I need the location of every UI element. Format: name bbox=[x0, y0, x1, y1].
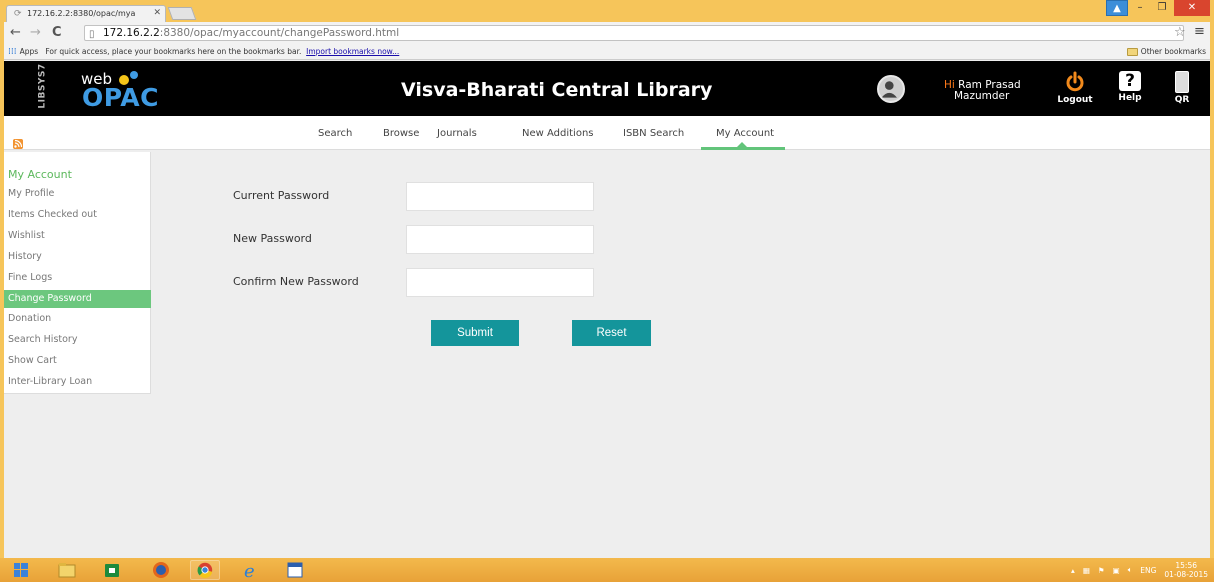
nav-browse[interactable]: Browse bbox=[383, 128, 419, 139]
user-profile-icon[interactable]: ▲ bbox=[1106, 0, 1128, 16]
other-bookmarks-label: Other bookmarks bbox=[1140, 47, 1206, 56]
window-controls: ▲ – ❐ ✕ bbox=[1106, 0, 1210, 18]
logout-label: Logout bbox=[1057, 95, 1093, 105]
close-window-icon[interactable]: ✕ bbox=[1174, 0, 1210, 16]
power-icon bbox=[1066, 71, 1084, 92]
address-host: 172.16.2.2 bbox=[103, 27, 160, 39]
forward-icon[interactable]: → bbox=[30, 25, 41, 40]
sidebar-item-search-history[interactable]: Search History bbox=[4, 331, 151, 349]
screen: ⟳ 172.16.2.2:8380/opac/mya ✕ ▲ – ❐ ✕ ← →… bbox=[0, 0, 1214, 582]
site-header: LIBSYS7 web OPAC Visva-Bharati Central L… bbox=[4, 61, 1210, 116]
tray-language[interactable]: ENG bbox=[1140, 566, 1156, 575]
bookmarks-hint: For quick access, place your bookmarks h… bbox=[45, 47, 302, 56]
browser-toolbar: ← → C ▯ 172.16.2.2:8380/opac/myaccount/c… bbox=[4, 22, 1210, 44]
tray-volume-icon[interactable]: 🔈︎ bbox=[1128, 565, 1133, 575]
chrome-icon[interactable] bbox=[190, 560, 220, 580]
back-icon[interactable]: ← bbox=[10, 25, 21, 40]
windows-taskbar: e ▴ ▦ ⚑ ▣ 🔈︎ ENG 15:56 01-08-2015 bbox=[0, 558, 1214, 582]
current-password-field[interactable] bbox=[406, 182, 594, 211]
sidebar-item-change-password[interactable]: Change Password bbox=[4, 290, 151, 308]
qr-button[interactable]: QR bbox=[1164, 71, 1200, 105]
tray-apps-icon[interactable]: ▦ bbox=[1083, 566, 1090, 575]
sidebar-item-show-cart[interactable]: Show Cart bbox=[4, 352, 151, 370]
submit-button[interactable]: Submit bbox=[431, 320, 519, 346]
qr-phone-icon bbox=[1175, 71, 1189, 93]
address-path: :8380/opac/myaccount/changePassword.html bbox=[159, 27, 400, 39]
tab-strip: ⟳ 172.16.2.2:8380/opac/mya ✕ ▲ – ❐ ✕ bbox=[4, 0, 1210, 22]
logout-button[interactable]: Logout bbox=[1057, 71, 1093, 105]
loading-icon: ⟳ bbox=[14, 9, 22, 19]
current-password-label: Current Password bbox=[233, 189, 330, 202]
browser-window: ⟳ 172.16.2.2:8380/opac/mya ✕ ▲ – ❐ ✕ ← →… bbox=[4, 0, 1210, 558]
help-icon: ? bbox=[1119, 71, 1141, 91]
confirm-password-label: Confirm New Password bbox=[233, 275, 359, 288]
internet-explorer-icon[interactable]: e bbox=[236, 560, 266, 580]
tab-title: 172.16.2.2:8380/opac/mya bbox=[27, 9, 136, 18]
sidebar-item-items-checked-out[interactable]: Items Checked out bbox=[4, 206, 151, 224]
page-icon: ▯ bbox=[89, 29, 95, 40]
sidebar-item-fine-logs[interactable]: Fine Logs bbox=[4, 269, 151, 287]
clock-time: 15:56 bbox=[1175, 561, 1198, 570]
sidebar-item-my-profile[interactable]: My Profile bbox=[4, 185, 151, 203]
clock[interactable]: 15:56 01-08-2015 bbox=[1164, 561, 1208, 579]
libsys-logo: LIBSYS7 bbox=[30, 61, 48, 116]
other-bookmarks[interactable]: Other bookmarks bbox=[1126, 44, 1206, 60]
word-icon[interactable] bbox=[280, 560, 310, 580]
new-password-field[interactable] bbox=[406, 225, 594, 254]
maximize-icon[interactable]: ❐ bbox=[1152, 0, 1172, 16]
bookmarks-bar: ⁞⁞⁞ Apps For quick access, place your boo… bbox=[4, 44, 1210, 60]
folder-icon bbox=[1126, 48, 1138, 56]
tray-flag-icon[interactable]: ⚑ bbox=[1098, 566, 1105, 575]
browser-tab[interactable]: ⟳ 172.16.2.2:8380/opac/mya ✕ bbox=[6, 5, 166, 22]
tab-close-icon[interactable]: ✕ bbox=[153, 8, 161, 18]
rss-icon[interactable] bbox=[13, 139, 23, 149]
logo-opac[interactable]: OPAC bbox=[82, 83, 159, 112]
file-explorer-icon[interactable] bbox=[52, 560, 82, 580]
confirm-password-field[interactable] bbox=[406, 268, 594, 297]
bookmark-star-icon[interactable]: ☆ bbox=[1174, 25, 1186, 40]
system-tray: ▴ ▦ ⚑ ▣ 🔈︎ ENG 15:56 01-08-2015 bbox=[1071, 560, 1208, 580]
site-title: Visva-Bharati Central Library bbox=[401, 79, 713, 101]
qr-label: QR bbox=[1174, 95, 1190, 105]
sidebar-item-donation[interactable]: Donation bbox=[4, 310, 151, 328]
tray-arrow-icon[interactable]: ▴ bbox=[1071, 566, 1075, 575]
help-button[interactable]: ? Help bbox=[1112, 71, 1148, 103]
chrome-menu-icon[interactable]: ≡ bbox=[1194, 24, 1205, 39]
windows-start-icon[interactable] bbox=[6, 560, 36, 580]
main-nav: Search Browse Journals New Additions ISB… bbox=[4, 116, 1210, 150]
libsys-text: LIBSYS7 bbox=[37, 63, 48, 109]
user-last-name: Mazumder bbox=[954, 90, 1010, 102]
sidebar-item-inter-library-loan[interactable]: Inter-Library Loan bbox=[4, 373, 151, 391]
apps-label[interactable]: Apps bbox=[20, 47, 39, 56]
import-bookmarks-link[interactable]: Import bookmarks now... bbox=[306, 47, 399, 56]
sidebar-item-wishlist[interactable]: Wishlist bbox=[4, 227, 151, 245]
sidebar-title: My Account bbox=[8, 168, 72, 181]
reset-button[interactable]: Reset bbox=[572, 320, 651, 346]
minimize-icon[interactable]: – bbox=[1130, 0, 1150, 16]
new-tab-button[interactable] bbox=[167, 7, 197, 20]
address-bar[interactable]: ▯ 172.16.2.2:8380/opac/myaccount/changeP… bbox=[84, 25, 1184, 41]
nav-my-account[interactable]: My Account bbox=[716, 128, 774, 139]
svg-text:e: e bbox=[244, 561, 255, 580]
firefox-icon[interactable] bbox=[146, 560, 176, 580]
sidebar-item-history[interactable]: History bbox=[4, 248, 151, 266]
user-avatar-icon bbox=[881, 81, 897, 98]
nav-journals[interactable]: Journals bbox=[437, 128, 477, 139]
reload-icon[interactable]: C bbox=[52, 25, 62, 40]
new-password-label: New Password bbox=[233, 232, 312, 245]
clock-date: 01-08-2015 bbox=[1164, 570, 1208, 579]
nav-isbn-search[interactable]: ISBN Search bbox=[623, 128, 684, 139]
store-icon[interactable] bbox=[97, 560, 127, 580]
nav-search[interactable]: Search bbox=[318, 128, 352, 139]
tray-network-icon[interactable]: ▣ bbox=[1113, 566, 1120, 575]
active-underline bbox=[701, 147, 785, 150]
apps-icon[interactable]: ⁞⁞⁞ bbox=[8, 47, 17, 57]
help-label: Help bbox=[1118, 93, 1142, 103]
account-sidebar: My Account My Profile Items Checked out … bbox=[4, 152, 151, 394]
avatar[interactable] bbox=[877, 75, 905, 103]
nav-new-additions[interactable]: New Additions bbox=[522, 128, 594, 139]
user-greeting: Hi Ram Prasad Mazumder bbox=[944, 80, 1021, 102]
